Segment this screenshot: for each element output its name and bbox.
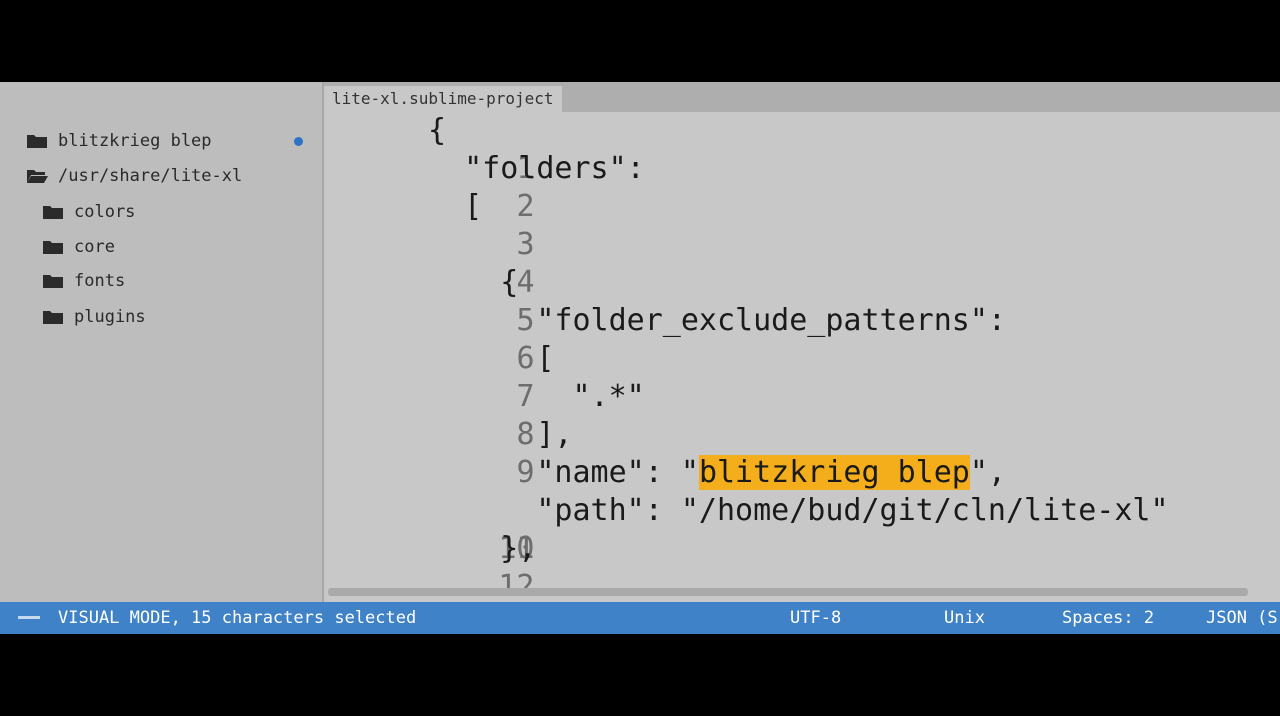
line-text: ],	[428, 417, 573, 452]
folder-icon	[42, 309, 64, 325]
folder-open-icon	[26, 168, 48, 184]
video-frame: blitzkrieg blep /usr/share/lite-xl color…	[0, 0, 1280, 716]
code-line: 12 },	[324, 530, 1280, 592]
line-text-before-selection: "name": "	[428, 455, 699, 490]
folder-icon	[26, 133, 48, 149]
mode-indicator-icon	[18, 616, 40, 619]
code-line: 4	[324, 226, 1280, 300]
line-text-after-selection: ",	[969, 455, 1006, 490]
tree-item-label: core	[74, 237, 115, 257]
tree-item-folder[interactable]: colors	[42, 199, 135, 225]
code-line: 5 {	[324, 264, 1280, 338]
tree-item-folder[interactable]: core	[42, 234, 115, 260]
line-text: {	[428, 113, 447, 148]
line-text: },	[428, 531, 537, 566]
status-encoding[interactable]: UTF-8	[790, 602, 841, 634]
code-line: 2 "folders":	[324, 150, 1280, 224]
tree-item-folder[interactable]: fonts	[42, 268, 125, 294]
status-bar: VISUAL MODE, 15 characters selected UTF-…	[0, 602, 1280, 634]
code-line: 3 [	[324, 188, 1280, 262]
code-line: 8 ".*"	[324, 378, 1280, 452]
line-text: "name": "blitzkrieg blep",	[428, 454, 1006, 492]
tree-item-root[interactable]: /usr/share/lite-xl	[26, 163, 242, 189]
tree-item-label: blitzkrieg blep	[58, 131, 212, 151]
tree-item-label: fonts	[74, 271, 126, 291]
status-mode: VISUAL MODE, 15 characters selected	[58, 608, 417, 628]
status-indentation[interactable]: Spaces: 2	[1062, 602, 1154, 634]
code-editor[interactable]: 1 { 2 "folders": 3 [ 4 5 { 6 "folder_exc…	[324, 112, 1280, 592]
folder-icon	[42, 273, 64, 289]
line-text: "folder_exclude_patterns":	[428, 303, 1006, 338]
line-text: {	[428, 265, 519, 300]
tab-file[interactable]: lite-xl.sublime-project	[324, 86, 562, 112]
tree-item-project[interactable]: blitzkrieg blep	[26, 128, 212, 154]
code-line: 6 "folder_exclude_patterns":	[324, 302, 1280, 376]
code-line: 7 [	[324, 340, 1280, 414]
horizontal-scrollbar[interactable]	[328, 588, 1248, 596]
line-text: [	[428, 189, 483, 224]
line-text: "path": "/home/bud/git/cln/lite-xl"	[428, 493, 1169, 528]
folder-icon	[42, 239, 64, 255]
line-text: ".*"	[428, 379, 645, 414]
code-line-current: 10 "name": "blitzkrieg blep",	[324, 454, 1280, 566]
line-text: "folders":	[428, 151, 645, 186]
code-line: 1 {	[324, 112, 1280, 186]
modified-indicator	[294, 137, 303, 146]
file-tree-sidebar[interactable]: blitzkrieg blep /usr/share/lite-xl color…	[0, 82, 324, 602]
tree-item-label: /usr/share/lite-xl	[58, 166, 243, 186]
code-line: 11 "path": "/home/bud/git/cln/lite-xl"	[324, 492, 1280, 566]
text-selection: blitzkrieg blep	[698, 455, 970, 490]
line-text: [	[428, 341, 555, 376]
tree-item-label: plugins	[74, 307, 146, 327]
tab-bar: lite-xl.sublime-project	[324, 82, 1280, 112]
tree-item-label: colors	[74, 202, 136, 222]
status-syntax[interactable]: JSON (S	[1206, 602, 1278, 634]
code-line: 9 ],	[324, 416, 1280, 490]
editor-window: blitzkrieg blep /usr/share/lite-xl color…	[0, 82, 1280, 634]
tree-item-folder[interactable]: plugins	[42, 304, 146, 330]
folder-icon	[42, 204, 64, 220]
status-line-endings[interactable]: Unix	[944, 602, 985, 634]
